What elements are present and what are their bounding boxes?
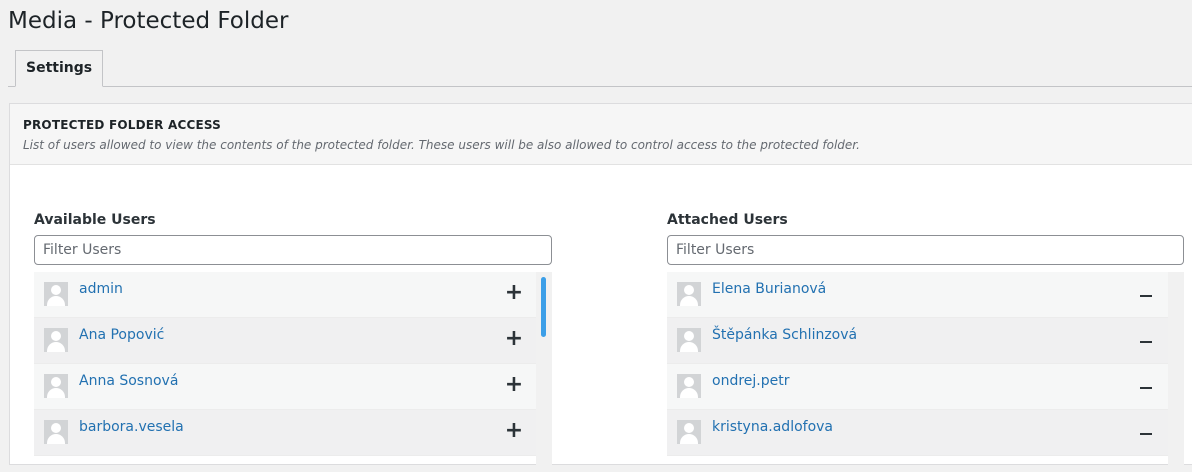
available-user-row[interactable]: Anna Sosnová + xyxy=(34,364,536,410)
attached-users-list: Elena Burianová Štěpánka Schlinzová ondr… xyxy=(667,272,1184,472)
scrollbar-thumb[interactable] xyxy=(541,277,546,337)
settings-panel: PROTECTED FOLDER ACCESS List of users al… xyxy=(9,103,1192,472)
attached-user-row[interactable]: Elena Burianová xyxy=(667,272,1168,318)
user-name-link[interactable]: barbora.vesela xyxy=(79,419,184,435)
page-title: Media - Protected Folder xyxy=(8,8,289,34)
attached-users-title: Attached Users xyxy=(667,212,788,228)
attached-user-row[interactable]: ondrej.petr xyxy=(667,364,1168,410)
user-name-link[interactable]: Elena Burianová xyxy=(712,281,826,297)
user-name-link[interactable]: ondrej.petr xyxy=(712,373,789,389)
tab-settings[interactable]: Settings xyxy=(15,50,104,87)
user-name-link[interactable]: admin xyxy=(79,281,123,297)
add-user-plus-icon[interactable]: + xyxy=(504,373,524,397)
available-users-scrollbar[interactable] xyxy=(536,272,552,472)
remove-user-minus-icon[interactable] xyxy=(1136,327,1156,351)
user-name-link[interactable]: Anna Sosnová xyxy=(79,373,178,389)
attached-user-row[interactable]: Štěpánka Schlinzová xyxy=(667,318,1168,364)
user-avatar-icon xyxy=(677,420,701,444)
attached-users-scrollbar[interactable] xyxy=(1168,272,1184,472)
remove-user-minus-icon[interactable] xyxy=(1136,419,1156,443)
section-description: List of users allowed to view the conten… xyxy=(23,138,860,152)
user-avatar-icon xyxy=(677,282,701,306)
available-user-row[interactable]: admin + xyxy=(34,272,536,318)
available-users-rows: admin + Ana Popović + Anna Sosnová + bar… xyxy=(34,272,536,456)
remove-user-minus-icon[interactable] xyxy=(1136,281,1156,305)
user-name-link[interactable]: kristyna.adlofova xyxy=(712,419,833,435)
user-name-link[interactable]: Štěpánka Schlinzová xyxy=(712,327,857,343)
tab-bar: Settings xyxy=(8,50,1192,87)
user-avatar-icon xyxy=(44,374,68,398)
available-users-list: admin + Ana Popović + Anna Sosnová + bar… xyxy=(34,272,552,472)
available-users-title: Available Users xyxy=(34,212,156,228)
section-header: PROTECTED FOLDER ACCESS List of users al… xyxy=(10,104,1192,165)
available-user-row[interactable]: Ana Popović + xyxy=(34,318,536,364)
attached-users-rows: Elena Burianová Štěpánka Schlinzová ondr… xyxy=(667,272,1168,456)
user-avatar-icon xyxy=(677,328,701,352)
remove-user-minus-icon[interactable] xyxy=(1136,373,1156,397)
user-avatar-icon xyxy=(44,328,68,352)
add-user-plus-icon[interactable]: + xyxy=(504,281,524,305)
add-user-plus-icon[interactable]: + xyxy=(504,419,524,443)
user-name-link[interactable]: Ana Popović xyxy=(79,327,164,343)
attached-user-row[interactable]: kristyna.adlofova xyxy=(667,410,1168,456)
user-avatar-icon xyxy=(44,282,68,306)
add-user-plus-icon[interactable]: + xyxy=(504,327,524,351)
user-avatar-icon xyxy=(677,374,701,398)
attached-users-filter-input[interactable] xyxy=(667,235,1184,265)
section-heading: PROTECTED FOLDER ACCESS xyxy=(23,118,222,132)
user-avatar-icon xyxy=(44,420,68,444)
available-users-filter-input[interactable] xyxy=(34,235,552,265)
available-user-row[interactable]: barbora.vesela + xyxy=(34,410,536,456)
